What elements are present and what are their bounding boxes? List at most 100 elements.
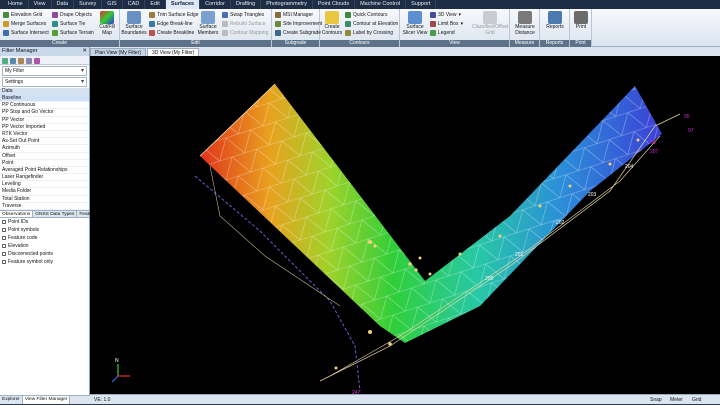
surface-tie-button[interactable]: Surface Tie — [52, 20, 85, 28]
label-by-crossing-button[interactable]: Label by Crossing — [345, 29, 393, 37]
checkbox[interactable] — [2, 252, 6, 256]
list-item[interactable]: Offset — [0, 153, 89, 160]
rebuild-surface-button[interactable]: Rebuild Surface — [222, 20, 266, 28]
surface-intersect-button[interactable]: Surface Intersect — [3, 29, 49, 37]
tab-plan-view[interactable]: Plan View (My Filter) — [90, 48, 147, 56]
checkbox[interactable] — [2, 228, 6, 232]
create-contours-button[interactable]: Create Contours — [321, 11, 343, 36]
panel-bottom-tabs: Explorer View Filter Manager — [0, 395, 90, 404]
checkbox-row[interactable]: Point IDs — [0, 218, 89, 226]
list-item[interactable]: Laser Rangefinder — [0, 174, 89, 182]
save-filter-icon[interactable] — [10, 58, 16, 64]
tab-edit[interactable]: Edit — [145, 0, 166, 9]
point-label: 201 — [515, 252, 524, 258]
3d-view-icon — [430, 12, 436, 18]
elevation-grid-button[interactable]: Elevation Grid — [3, 11, 42, 19]
tab-support[interactable]: Support — [406, 0, 437, 9]
trim-surface-edge-button[interactable]: Trim Surface Edge — [149, 11, 199, 19]
tab-surfaces[interactable]: Surfaces — [165, 0, 201, 9]
list-item[interactable]: Total Station — [0, 196, 89, 203]
tab-point-clouds[interactable]: Point Clouds — [313, 0, 356, 9]
list-item[interactable]: PP Continuous — [0, 102, 89, 110]
list-item[interactable]: Media Folder — [0, 188, 89, 196]
group-label-subgrade: Subgrade — [272, 40, 319, 47]
limit-box-icon — [430, 21, 436, 27]
tab-view[interactable]: View — [29, 0, 52, 9]
list-item[interactable]: As-Set Out Point — [0, 138, 89, 146]
merge-surfaces-button[interactable]: Merge Surfaces — [3, 20, 46, 28]
checkbox[interactable] — [2, 244, 6, 248]
surface-terrain-button[interactable]: Surface Terrain — [52, 29, 94, 37]
list-item[interactable]: Point — [0, 160, 89, 167]
tab-data[interactable]: Data — [52, 0, 75, 9]
classified-offset-grid-button[interactable]: Classified/Offset Grid — [472, 11, 508, 36]
delete-filter-icon[interactable] — [18, 58, 24, 64]
tab-drafting[interactable]: Drafting — [231, 0, 262, 9]
printer-icon — [574, 11, 588, 24]
surface-boundaries-button[interactable]: Surface Boundaries — [121, 11, 147, 36]
swap-triangles-button[interactable]: Swap Triangles — [222, 11, 264, 19]
group-contours: Create Contours Quick Contours Contour a… — [320, 9, 400, 47]
list-item[interactable]: Baseline — [0, 95, 89, 103]
surface-slicer-view-button[interactable]: Surface Slicer View — [402, 11, 428, 36]
settings-select[interactable]: Settings — [2, 77, 87, 87]
tab-explorer[interactable]: Explorer — [0, 396, 23, 404]
create-breakline-button[interactable]: Create Breakline — [149, 29, 194, 37]
checkbox-row[interactable]: Elevation — [0, 242, 89, 250]
group-view: Surface Slicer View 3D View ▾ Limit Box ▾ … — [400, 9, 510, 47]
edge-breakline-button[interactable]: Edge Break-line — [149, 20, 193, 28]
contours-icon — [325, 11, 339, 24]
tab-3d-view[interactable]: 3D View (My Filter) — [147, 48, 200, 56]
tab-view-filter-manager[interactable]: View Filter Manager — [22, 396, 71, 404]
tab-home[interactable]: Home — [3, 0, 29, 9]
list-item[interactable]: PP Vector — [0, 117, 89, 124]
list-item[interactable]: Azimuth — [0, 145, 89, 153]
tab-gis[interactable]: GIS — [102, 0, 123, 9]
list-item[interactable]: RTK Vector — [0, 131, 89, 139]
contour-at-elevation-button[interactable]: Contour at Elevation — [345, 20, 398, 28]
limit-box-button[interactable]: Limit Box ▾ — [430, 20, 463, 28]
tab-machine-control[interactable]: Machine Control — [355, 0, 407, 9]
options-icon[interactable] — [34, 58, 40, 64]
surface-members-button[interactable]: Surface Members — [196, 11, 220, 36]
checkbox-row[interactable]: Point symbols — [0, 226, 89, 234]
group-label-measure: Measure — [510, 40, 539, 47]
msi-manager-button[interactable]: MSI Manager — [275, 11, 313, 19]
tab-photogrammetry[interactable]: Photogrammetry — [261, 0, 313, 9]
tab-cad[interactable]: CAD — [123, 0, 146, 9]
settings-icon[interactable] — [26, 58, 32, 64]
site-improvement-button[interactable]: Site Improvement — [275, 20, 322, 28]
contour-mapping-button[interactable]: Contour Mapping — [222, 29, 268, 37]
list-item[interactable]: Leveling — [0, 181, 89, 189]
checkbox[interactable] — [2, 236, 6, 240]
cut-fill-map-button[interactable]: Cut/Fill Map — [96, 11, 118, 36]
checkbox[interactable] — [2, 220, 6, 224]
tab-corridor[interactable]: Corridor — [200, 0, 231, 9]
print-button[interactable]: Print — [572, 11, 590, 31]
quick-contours-button[interactable]: Quick Contours — [345, 11, 387, 19]
list-item[interactable]: Averaged Point Relationships — [0, 167, 89, 175]
legend-button[interactable]: Legend — [430, 29, 455, 37]
tab-gnss-data-types[interactable]: GNSS Data Types — [33, 211, 78, 217]
reports-button[interactable]: Reports — [542, 11, 568, 31]
site-icon — [275, 21, 281, 27]
svg-text:N: N — [115, 358, 119, 364]
create-subgrade-button[interactable]: Create Subgrade — [275, 29, 321, 37]
checkbox-row[interactable]: Feature symbol only — [0, 258, 89, 266]
tab-survey[interactable]: Survey — [74, 0, 103, 9]
close-icon[interactable]: ✕ — [82, 47, 87, 56]
drape-objects-button[interactable]: Drape Objects — [52, 11, 92, 19]
checkbox[interactable] — [2, 260, 6, 264]
measure-distance-button[interactable]: Measure Distance — [512, 11, 538, 36]
filter-select[interactable]: My Filter — [2, 66, 87, 76]
surface-3d-canvas[interactable]: 95 97 98 204 203 202 201 200 207 247 N — [90, 56, 720, 394]
new-filter-icon[interactable] — [2, 58, 8, 64]
checkbox-row[interactable]: Feature code — [0, 234, 89, 242]
list-item[interactable]: PP Vector Imported — [0, 124, 89, 131]
axis-triad: N — [111, 358, 130, 383]
list-item[interactable]: Traverse — [0, 203, 89, 210]
3d-view-button[interactable]: 3D View ▾ — [430, 11, 461, 19]
tab-observations[interactable]: Observations — [0, 211, 34, 217]
list-item[interactable]: PP Stop and Go Vector — [0, 109, 89, 117]
checkbox-row[interactable]: Disconnected points — [0, 250, 89, 258]
